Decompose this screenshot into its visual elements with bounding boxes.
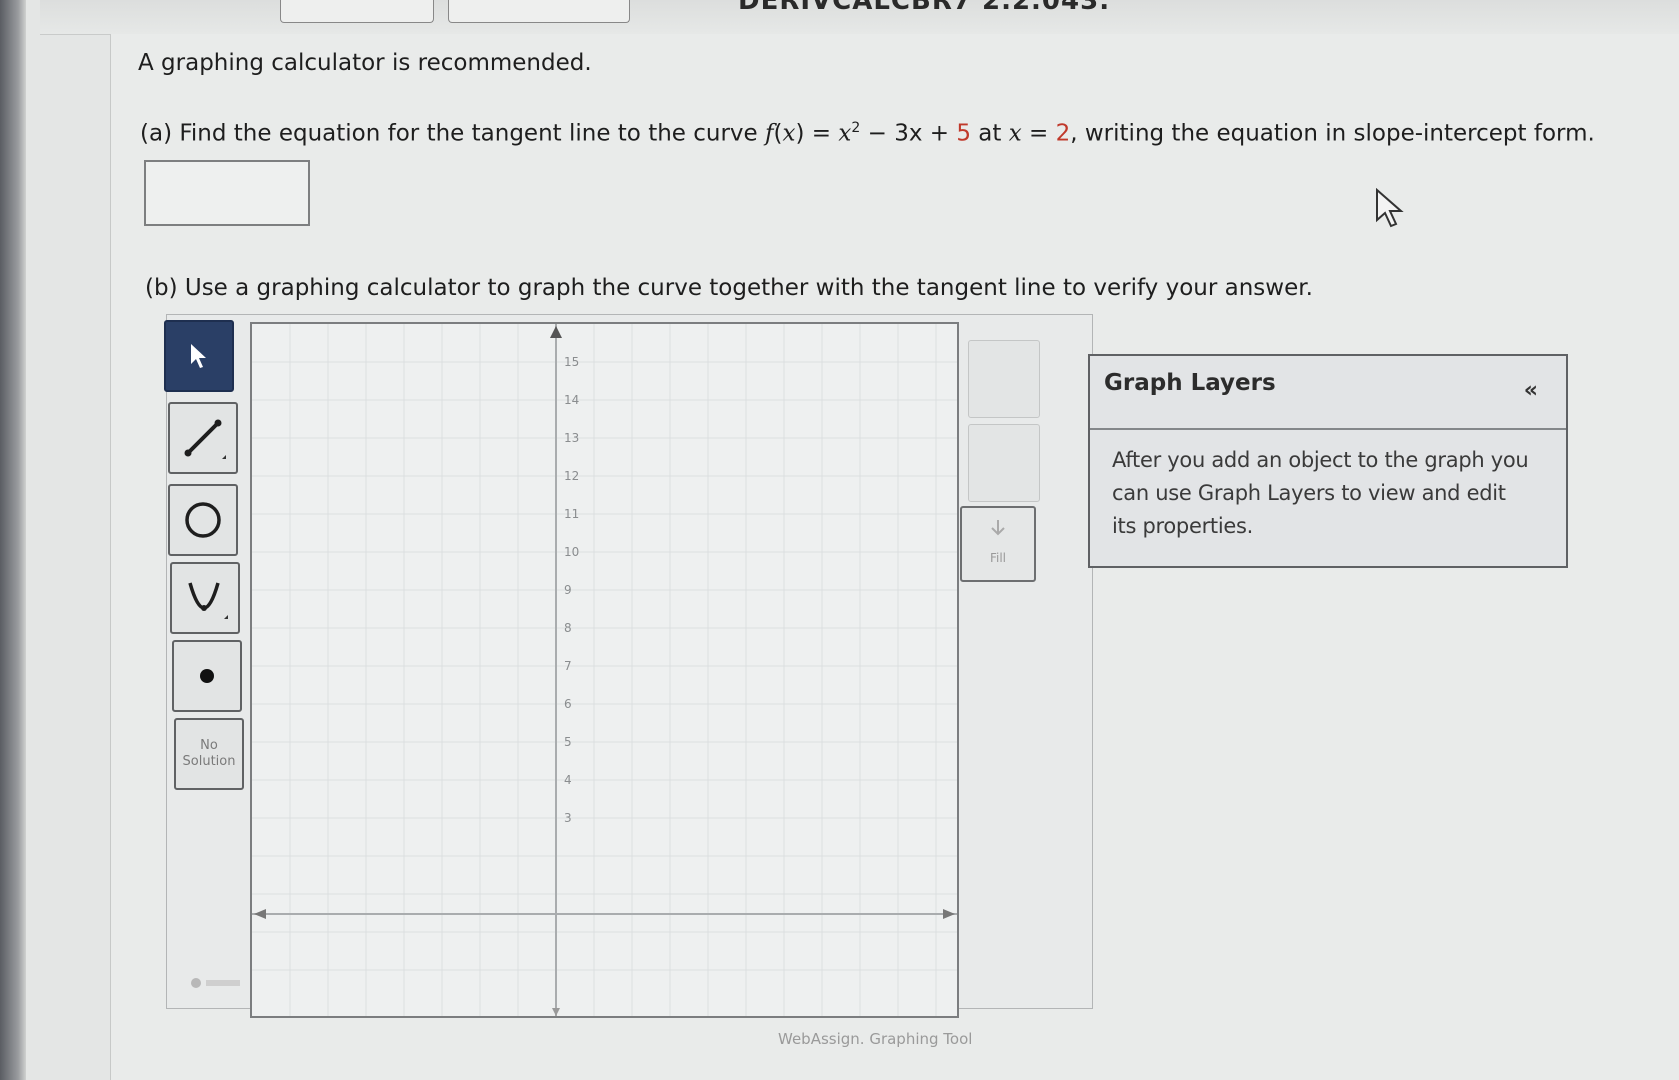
plus-sign: +	[922, 120, 957, 147]
x-axis-arrow-right-icon	[943, 909, 955, 919]
y-tick-label: 11	[564, 507, 579, 521]
graph-layers-title: Graph Layers	[1104, 370, 1276, 396]
graph-layers-message: After you add an object to the graph you…	[1112, 448, 1529, 538]
circle-icon	[185, 502, 221, 538]
y-tick-label: 3	[564, 811, 572, 825]
minus-sign: −	[860, 120, 895, 147]
at-text: at	[970, 120, 1009, 147]
fill-button[interactable]: Fill	[960, 506, 1036, 582]
part-a-intro: (a) Find the equation for the tangent li…	[140, 120, 765, 147]
mouse-cursor-icon	[1376, 188, 1404, 228]
term1-variable: x	[838, 120, 852, 147]
equals-sign: =	[804, 120, 839, 147]
part-b-question: (b) Use a graphing calculator to graph t…	[145, 275, 1313, 301]
term2: 3x	[894, 120, 923, 147]
assignment-title: DERIVCALCBR7 2.2.043.	[738, 0, 1111, 16]
x-axis-arrow-left-icon	[254, 909, 266, 919]
toolbar-button-1[interactable]	[280, 0, 434, 23]
fill-label: Fill	[989, 551, 1007, 565]
point-tool-button[interactable]	[172, 640, 242, 712]
y-axis-arrow-up-icon	[550, 326, 562, 338]
no-solution-label-2: Solution	[182, 754, 236, 769]
y-tick-label: 12	[564, 469, 579, 483]
at-value: 2	[1055, 120, 1071, 147]
function-variable: x	[782, 120, 796, 147]
select-tool-button[interactable]	[164, 320, 234, 392]
pointer-icon	[191, 344, 206, 368]
parabola-tool-button[interactable]	[170, 562, 240, 634]
y-tick-label: 10	[564, 545, 579, 559]
graph-layers-header: Graph Layers «	[1090, 356, 1566, 430]
y-tick-label: 8	[564, 621, 572, 635]
fill-icon	[991, 520, 1005, 536]
y-tick-label: 4	[564, 773, 572, 787]
no-solution-button[interactable]: No Solution	[174, 718, 244, 790]
toolbar-button-2[interactable]	[448, 0, 630, 23]
line-tool-button[interactable]	[168, 402, 238, 474]
y-tick-label: 15	[564, 355, 579, 369]
graph-layers-panel: Graph Layers « After you add an object t…	[1088, 354, 1568, 568]
graph-canvas[interactable]: 15 14 13 12 11 10 9 8 7 6 5 4 3	[250, 322, 959, 1018]
y-tick-label: 6	[564, 697, 572, 711]
zoom-slider-icon[interactable]	[188, 972, 244, 994]
constant-term: 5	[956, 120, 971, 147]
y-axis-arrow-down-icon	[552, 1008, 560, 1016]
graphing-tool-footer: WebAssign. Graphing Tool	[778, 1030, 973, 1048]
at-equals: =	[1021, 120, 1056, 147]
y-tick-label: 14	[564, 393, 579, 407]
redo-button[interactable]	[968, 424, 1040, 502]
collapse-panel-icon[interactable]: «	[1524, 378, 1538, 403]
part-a-outro: , writing the equation in slope-intercep…	[1070, 120, 1595, 147]
y-tick-label: 9	[564, 583, 572, 597]
y-tick-label: 13	[564, 431, 579, 445]
recommendation-text: A graphing calculator is recommended.	[138, 50, 592, 76]
function-open-paren: (	[773, 120, 783, 147]
tangent-line-answer-input[interactable]	[144, 160, 310, 226]
point-icon	[200, 669, 214, 683]
screen-bezel	[0, 0, 26, 1080]
undo-button[interactable]	[968, 340, 1040, 418]
function-name: f	[765, 120, 774, 147]
no-solution-label-1: No	[200, 738, 218, 753]
top-toolbar: DERIVCALCBR7 2.2.043.	[40, 0, 1679, 35]
y-tick-label: 7	[564, 659, 572, 673]
line-icon	[184, 419, 226, 459]
graph-grid: 15 14 13 12 11 10 9 8 7 6 5 4 3	[252, 324, 957, 1016]
at-variable: x	[1008, 120, 1022, 147]
parabola-icon	[188, 582, 228, 619]
y-tick-label: 5	[564, 735, 572, 749]
circle-tool-button[interactable]	[168, 484, 238, 556]
part-a-question: (a) Find the equation for the tangent li…	[140, 120, 1595, 147]
term1-exponent: 2	[851, 120, 861, 136]
